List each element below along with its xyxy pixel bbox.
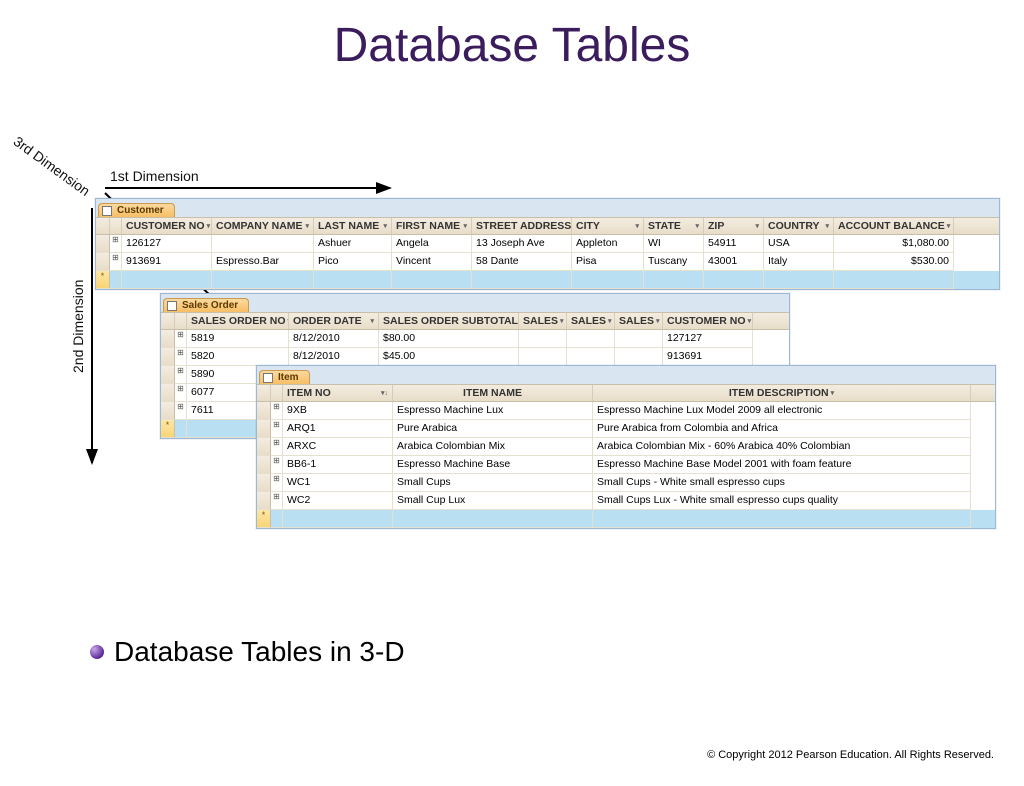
col-header[interactable]: CUSTOMER NO bbox=[667, 315, 746, 327]
col-header[interactable]: ACCOUNT BALANCE bbox=[838, 220, 945, 232]
cell: WC2 bbox=[283, 492, 393, 510]
col-header[interactable]: COUNTRY bbox=[768, 220, 820, 232]
cell: Vincent bbox=[392, 253, 472, 271]
col-header[interactable]: STATE bbox=[648, 220, 681, 232]
col-header[interactable]: SALES bbox=[619, 315, 654, 327]
cell: Pure Arabica bbox=[393, 420, 593, 438]
cell: 913691 bbox=[663, 348, 753, 366]
cell: Espresso Machine Base bbox=[393, 456, 593, 474]
cell: 8/12/2010 bbox=[289, 348, 379, 366]
cell: Italy bbox=[764, 253, 834, 271]
table-row[interactable]: ⊞ 913691 Espresso.Bar Pico Vincent 58 Da… bbox=[96, 253, 999, 271]
col-header[interactable]: ITEM NO bbox=[287, 387, 331, 399]
table-row[interactable]: ⊞ ARXC Arabica Colombian Mix Arabica Col… bbox=[257, 438, 995, 456]
table-row[interactable]: ⊞ 126127 Ashuer Angela 13 Joseph Ave App… bbox=[96, 235, 999, 253]
col-header[interactable]: SALES bbox=[571, 315, 606, 327]
label-1st-dimension: 1st Dimension bbox=[110, 168, 199, 184]
bullet-item: Database Tables in 3-D bbox=[90, 636, 405, 668]
new-row[interactable]: * bbox=[257, 510, 995, 528]
table-icon bbox=[167, 301, 177, 311]
cell: Pisa bbox=[572, 253, 644, 271]
col-header[interactable]: CUSTOMER NO bbox=[126, 220, 205, 232]
cell: Pure Arabica from Colombia and Africa bbox=[593, 420, 971, 438]
cell: 13 Joseph Ave bbox=[472, 235, 572, 253]
table-icon bbox=[102, 206, 112, 216]
cell: 8/12/2010 bbox=[289, 330, 379, 348]
cell: 43001 bbox=[704, 253, 764, 271]
cell: 5820 bbox=[187, 348, 289, 366]
cell: $80.00 bbox=[379, 330, 519, 348]
cell: WI bbox=[644, 235, 704, 253]
diagram-area: 1st Dimension 2nd Dimension 3rd Dimensio… bbox=[20, 123, 1000, 543]
cell: Espresso Machine Lux bbox=[393, 402, 593, 420]
cell: Small Cups - White small espresso cups bbox=[593, 474, 971, 492]
tab-label: Item bbox=[278, 372, 299, 383]
cell: Small Cups Lux - White small espresso cu… bbox=[593, 492, 971, 510]
col-header[interactable]: STREET ADDRESS bbox=[476, 220, 571, 232]
cell: 126127 bbox=[122, 235, 212, 253]
cell: WC1 bbox=[283, 474, 393, 492]
col-header[interactable]: ZIP bbox=[708, 220, 724, 232]
cell: Tuscany bbox=[644, 253, 704, 271]
cell: 54911 bbox=[704, 235, 764, 253]
tab-label: Sales Order bbox=[182, 300, 238, 311]
col-header[interactable]: ITEM DESCRIPTION bbox=[729, 387, 829, 399]
cell bbox=[212, 235, 314, 253]
table-row[interactable]: ⊞ BB6-1 Espresso Machine Base Espresso M… bbox=[257, 456, 995, 474]
label-3rd-dimension: 3rd Dimension bbox=[11, 133, 93, 199]
cell: ARQ1 bbox=[283, 420, 393, 438]
table-row[interactable]: ⊞ WC1 Small Cups Small Cups - White smal… bbox=[257, 474, 995, 492]
bullet-icon bbox=[90, 645, 104, 659]
new-row[interactable]: * bbox=[96, 271, 999, 289]
col-header[interactable]: FIRST NAME bbox=[396, 220, 460, 232]
cell: BB6-1 bbox=[283, 456, 393, 474]
col-header[interactable]: SALES ORDER NO bbox=[191, 315, 286, 327]
slide-title: Database Tables bbox=[0, 18, 1024, 73]
cell: Arabica Colombian Mix - 60% Arabica 40% … bbox=[593, 438, 971, 456]
cell: Ashuer bbox=[314, 235, 392, 253]
tab-customer[interactable]: Customer bbox=[98, 203, 175, 217]
label-2nd-dimension: 2nd Dimension bbox=[70, 280, 86, 373]
tab-sales-order[interactable]: Sales Order bbox=[163, 298, 249, 312]
col-header[interactable]: ORDER DATE bbox=[293, 315, 362, 327]
bullet-text: Database Tables in 3-D bbox=[114, 636, 405, 668]
col-header[interactable]: SALES bbox=[523, 315, 558, 327]
cell: Arabica Colombian Mix bbox=[393, 438, 593, 456]
col-header[interactable]: SALES ORDER SUBTOTAL bbox=[383, 315, 518, 327]
cell: Espresso Machine Lux Model 2009 all elec… bbox=[593, 402, 971, 420]
cell: Espresso.Bar bbox=[212, 253, 314, 271]
tab-item[interactable]: Item bbox=[259, 370, 310, 384]
table-icon bbox=[263, 373, 273, 383]
col-header[interactable]: CITY bbox=[576, 220, 600, 232]
cell: Small Cups bbox=[393, 474, 593, 492]
cell: 58 Dante bbox=[472, 253, 572, 271]
cell: Pico bbox=[314, 253, 392, 271]
col-header[interactable]: ITEM NAME bbox=[463, 387, 522, 399]
cell: Espresso Machine Base Model 2001 with fo… bbox=[593, 456, 971, 474]
table-row[interactable]: ⊞ WC2 Small Cup Lux Small Cups Lux - Whi… bbox=[257, 492, 995, 510]
cell: 127127 bbox=[663, 330, 753, 348]
cell: $45.00 bbox=[379, 348, 519, 366]
cell: $1,080.00 bbox=[834, 235, 954, 253]
cell: $530.00 bbox=[834, 253, 954, 271]
cell: 913691 bbox=[122, 253, 212, 271]
cell: Appleton bbox=[572, 235, 644, 253]
cell: ARXC bbox=[283, 438, 393, 456]
table-row[interactable]: ⊞ 5820 8/12/2010 $45.00 913691 bbox=[161, 348, 789, 366]
col-header[interactable]: LAST NAME bbox=[318, 220, 379, 232]
table-customer: Customer CUSTOMER NO▾ COMPANY NAME▾ LAST… bbox=[95, 198, 1000, 290]
table-row[interactable]: ⊞ 5819 8/12/2010 $80.00 127127 bbox=[161, 330, 789, 348]
table-row[interactable]: ⊞ 9XB Espresso Machine Lux Espresso Mach… bbox=[257, 402, 995, 420]
table-row[interactable]: ⊞ ARQ1 Pure Arabica Pure Arabica from Co… bbox=[257, 420, 995, 438]
col-header[interactable]: COMPANY NAME bbox=[216, 220, 303, 232]
table-item: Item ITEM NO▾↓ ITEM NAME ITEM DESCRIPTIO… bbox=[256, 365, 996, 529]
copyright-text: © Copyright 2012 Pearson Education. All … bbox=[707, 749, 994, 761]
cell: Angela bbox=[392, 235, 472, 253]
cell: 9XB bbox=[283, 402, 393, 420]
cell: 5819 bbox=[187, 330, 289, 348]
cell: Small Cup Lux bbox=[393, 492, 593, 510]
cell: USA bbox=[764, 235, 834, 253]
tab-label: Customer bbox=[117, 205, 164, 216]
